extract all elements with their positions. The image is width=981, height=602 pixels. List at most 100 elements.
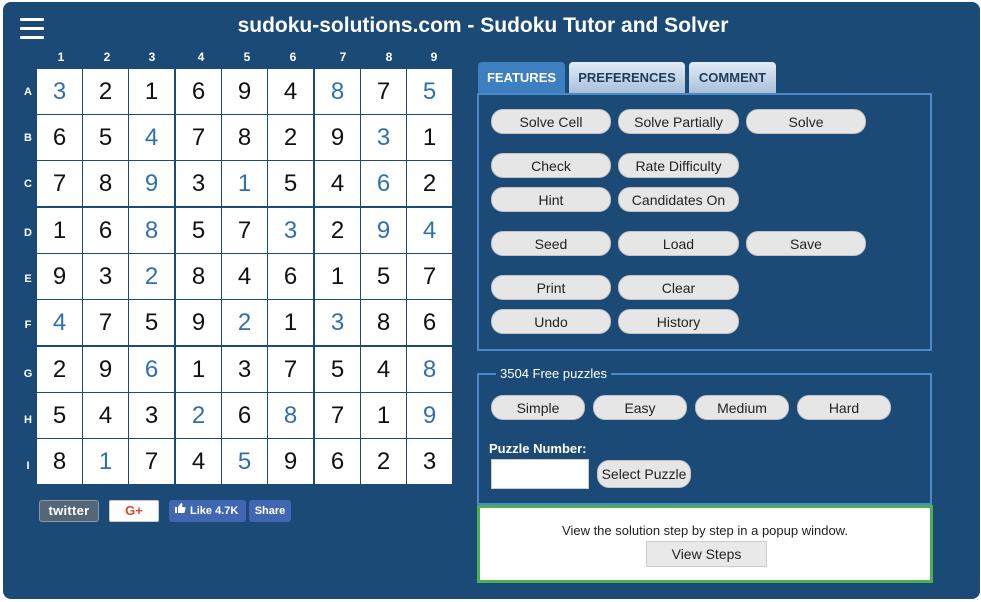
- sudoku-cell[interactable]: 3: [361, 115, 406, 160]
- sudoku-cell[interactable]: 5: [37, 393, 82, 438]
- candidates-on-button[interactable]: Candidates On: [618, 187, 739, 212]
- sudoku-cell[interactable]: 1: [222, 161, 267, 206]
- load-button[interactable]: Load: [618, 231, 739, 256]
- tab-preferences[interactable]: PREFERENCES: [569, 62, 685, 93]
- sudoku-cell[interactable]: 6: [407, 300, 452, 345]
- sudoku-cell[interactable]: 1: [407, 115, 452, 160]
- sudoku-cell[interactable]: 3: [129, 393, 174, 438]
- sudoku-cell[interactable]: 2: [176, 393, 221, 438]
- history-button[interactable]: History: [618, 309, 739, 334]
- sudoku-cell[interactable]: 1: [315, 254, 360, 299]
- solve-partially-button[interactable]: Solve Partially: [618, 109, 739, 134]
- sudoku-cell[interactable]: 1: [268, 300, 313, 345]
- sudoku-cell[interactable]: 9: [407, 393, 452, 438]
- sudoku-cell[interactable]: 6: [176, 69, 221, 114]
- sudoku-cell[interactable]: 7: [268, 347, 313, 392]
- sudoku-cell[interactable]: 5: [268, 161, 313, 206]
- facebook-like-button[interactable]: Like 4.7K: [169, 500, 246, 522]
- sudoku-cell[interactable]: 7: [361, 69, 406, 114]
- sudoku-cell[interactable]: 8: [129, 208, 174, 253]
- sudoku-cell[interactable]: 8: [37, 439, 82, 484]
- sudoku-cell[interactable]: 5: [176, 208, 221, 253]
- sudoku-cell[interactable]: 2: [37, 347, 82, 392]
- undo-button[interactable]: Undo: [491, 309, 611, 334]
- seed-button[interactable]: Seed: [491, 231, 611, 256]
- simple-button[interactable]: Simple: [491, 395, 585, 420]
- facebook-share-button[interactable]: Share: [249, 500, 291, 522]
- check-button[interactable]: Check: [491, 153, 611, 178]
- sudoku-cell[interactable]: 7: [129, 439, 174, 484]
- sudoku-cell[interactable]: 7: [315, 393, 360, 438]
- sudoku-cell[interactable]: 4: [268, 69, 313, 114]
- sudoku-cell[interactable]: 1: [83, 439, 128, 484]
- tab-comment[interactable]: COMMENT: [689, 62, 776, 93]
- rate-difficulty-button[interactable]: Rate Difficulty: [618, 153, 739, 178]
- sudoku-cell[interactable]: 4: [129, 115, 174, 160]
- sudoku-cell[interactable]: 5: [83, 115, 128, 160]
- sudoku-cell[interactable]: 2: [268, 115, 313, 160]
- sudoku-cell[interactable]: 8: [83, 161, 128, 206]
- sudoku-cell[interactable]: 5: [407, 69, 452, 114]
- sudoku-cell[interactable]: 6: [361, 161, 406, 206]
- view-steps-button[interactable]: View Steps: [646, 541, 767, 567]
- sudoku-cell[interactable]: 7: [407, 254, 452, 299]
- solve-button[interactable]: Solve: [746, 109, 866, 134]
- sudoku-cell[interactable]: 5: [315, 347, 360, 392]
- sudoku-cell[interactable]: 7: [176, 115, 221, 160]
- sudoku-cell[interactable]: 2: [222, 300, 267, 345]
- hint-button[interactable]: Hint: [491, 187, 611, 212]
- sudoku-cell[interactable]: 1: [37, 208, 82, 253]
- tab-features[interactable]: FEATURES: [478, 62, 565, 93]
- twitter-button[interactable]: twitter: [39, 500, 99, 522]
- sudoku-cell[interactable]: 9: [37, 254, 82, 299]
- clear-button[interactable]: Clear: [618, 275, 739, 300]
- google-plus-button[interactable]: G+: [109, 500, 159, 522]
- sudoku-cell[interactable]: 4: [315, 161, 360, 206]
- sudoku-cell[interactable]: 6: [268, 254, 313, 299]
- sudoku-cell[interactable]: 8: [268, 393, 313, 438]
- sudoku-cell[interactable]: 2: [361, 439, 406, 484]
- sudoku-cell[interactable]: 3: [407, 439, 452, 484]
- sudoku-cell[interactable]: 9: [361, 208, 406, 253]
- sudoku-cell[interactable]: 6: [222, 393, 267, 438]
- sudoku-cell[interactable]: 3: [268, 208, 313, 253]
- sudoku-cell[interactable]: 6: [315, 439, 360, 484]
- sudoku-cell[interactable]: 9: [83, 347, 128, 392]
- puzzle-number-input[interactable]: [491, 459, 589, 489]
- sudoku-cell[interactable]: 2: [83, 69, 128, 114]
- medium-button[interactable]: Medium: [695, 395, 789, 420]
- sudoku-cell[interactable]: 5: [129, 300, 174, 345]
- sudoku-cell[interactable]: 6: [83, 208, 128, 253]
- sudoku-cell[interactable]: 3: [83, 254, 128, 299]
- sudoku-cell[interactable]: 9: [268, 439, 313, 484]
- print-button[interactable]: Print: [491, 275, 611, 300]
- sudoku-cell[interactable]: 2: [315, 208, 360, 253]
- sudoku-cell[interactable]: 6: [129, 347, 174, 392]
- save-button[interactable]: Save: [746, 231, 866, 256]
- sudoku-cell[interactable]: 3: [222, 347, 267, 392]
- sudoku-cell[interactable]: 4: [407, 208, 452, 253]
- solve-cell-button[interactable]: Solve Cell: [491, 109, 611, 134]
- sudoku-cell[interactable]: 1: [361, 393, 406, 438]
- sudoku-cell[interactable]: 8: [176, 254, 221, 299]
- sudoku-cell[interactable]: 7: [83, 300, 128, 345]
- sudoku-cell[interactable]: 4: [176, 439, 221, 484]
- sudoku-cell[interactable]: 5: [222, 439, 267, 484]
- sudoku-cell[interactable]: 7: [37, 161, 82, 206]
- sudoku-cell[interactable]: 8: [222, 115, 267, 160]
- sudoku-cell[interactable]: 2: [129, 254, 174, 299]
- select-puzzle-button[interactable]: Select Puzzle: [597, 460, 691, 488]
- sudoku-cell[interactable]: 1: [129, 69, 174, 114]
- sudoku-cell[interactable]: 4: [83, 393, 128, 438]
- sudoku-cell[interactable]: 1: [176, 347, 221, 392]
- sudoku-cell[interactable]: 8: [315, 69, 360, 114]
- sudoku-cell[interactable]: 4: [37, 300, 82, 345]
- sudoku-cell[interactable]: 3: [315, 300, 360, 345]
- sudoku-cell[interactable]: 8: [407, 347, 452, 392]
- sudoku-cell[interactable]: 9: [129, 161, 174, 206]
- hard-button[interactable]: Hard: [797, 395, 891, 420]
- sudoku-cell[interactable]: 4: [222, 254, 267, 299]
- sudoku-cell[interactable]: 8: [361, 300, 406, 345]
- sudoku-cell[interactable]: 2: [407, 161, 452, 206]
- sudoku-cell[interactable]: 3: [176, 161, 221, 206]
